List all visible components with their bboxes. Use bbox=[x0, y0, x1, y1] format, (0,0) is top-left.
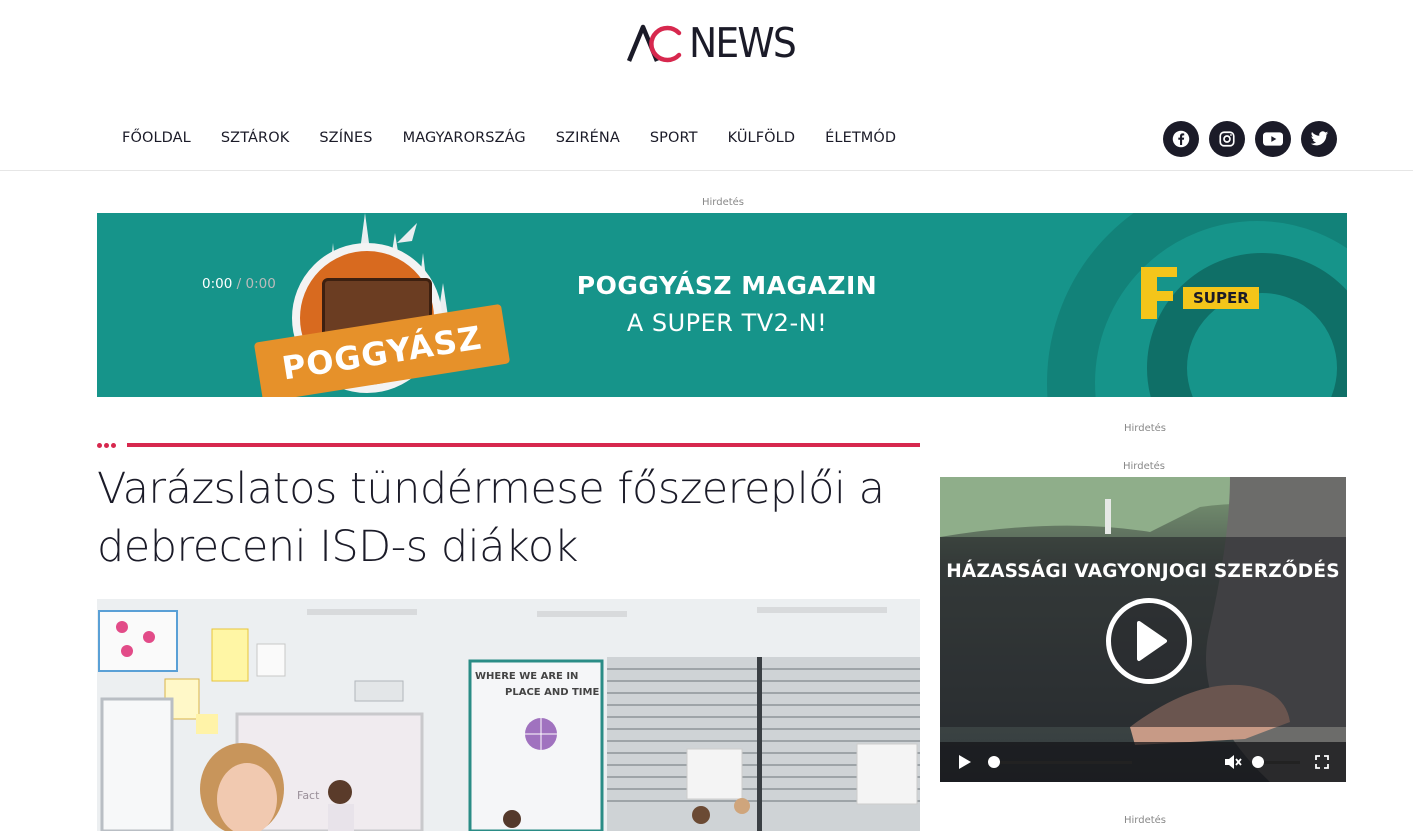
ad-banner-poggyasz[interactable]: POGGYÁSZ POGGYÁSZ MAGAZIN A SUPER TV2-N!… bbox=[97, 213, 1347, 397]
svg-text:Fact: Fact bbox=[297, 789, 320, 802]
instagram-icon[interactable] bbox=[1209, 121, 1245, 157]
ad-label-sidebar-3: Hirdetés bbox=[1124, 815, 1167, 826]
article-headline[interactable]: Varázslatos tündérmese főszereplői a deb… bbox=[97, 460, 920, 576]
classroom-photo: Fact WHERE WE ARE IN PLACE AND TIME bbox=[97, 599, 920, 831]
twitter-icon[interactable] bbox=[1301, 121, 1337, 157]
ad-label-top: Hirdetés bbox=[702, 197, 745, 208]
banner-title: POGGYÁSZ MAGAZIN bbox=[576, 271, 878, 300]
nav-item-fooldal[interactable]: FŐOLDAL bbox=[107, 130, 206, 146]
nav-item-sztarok[interactable]: SZTÁROK bbox=[206, 130, 305, 146]
ac-logo-mark-icon bbox=[627, 24, 682, 63]
progress-bar[interactable] bbox=[994, 761, 1132, 764]
video-current-time: 0:00 bbox=[202, 276, 233, 292]
video-controls bbox=[940, 742, 1346, 782]
section-dots bbox=[97, 443, 116, 448]
facebook-icon[interactable] bbox=[1163, 121, 1199, 157]
article-hero-image[interactable]: Fact WHERE WE ARE IN PLACE AND TIME bbox=[97, 599, 920, 831]
main-nav: FŐOLDAL SZTÁROK SZÍNES MAGYARORSZÁG SZIR… bbox=[107, 120, 911, 156]
video-duration: 0:00 bbox=[245, 276, 276, 292]
nav-item-szirena[interactable]: SZIRÉNA bbox=[541, 130, 635, 146]
nav-item-kulfold[interactable]: KÜLFÖLD bbox=[713, 130, 811, 146]
social-links bbox=[1163, 121, 1337, 157]
nav-item-eletmod[interactable]: ÉLETMÓD bbox=[810, 130, 911, 146]
ad-label-sidebar-1: Hirdetés bbox=[1124, 423, 1167, 434]
nav-item-sport[interactable]: SPORT bbox=[635, 130, 713, 146]
nav-item-magyarorszag[interactable]: MAGYARORSZÁG bbox=[388, 130, 541, 146]
youtube-icon[interactable] bbox=[1255, 121, 1291, 157]
svg-text:PLACE AND TIME: PLACE AND TIME bbox=[505, 687, 599, 698]
video-title: HÁZASSÁGI VAGYONJOGI SZERZŐDÉS bbox=[946, 561, 1340, 582]
super-channel-label: SUPER bbox=[1183, 287, 1259, 309]
svg-text:WHERE WE ARE IN: WHERE WE ARE IN bbox=[475, 671, 578, 682]
progress-handle[interactable] bbox=[988, 756, 1000, 768]
site-logo[interactable]: NEWS bbox=[627, 22, 804, 64]
play-icon bbox=[1137, 621, 1167, 661]
ad-label-sidebar-2: Hirdetés bbox=[1123, 461, 1166, 472]
section-accent-line bbox=[127, 443, 920, 447]
volume-slider[interactable] bbox=[1258, 761, 1300, 764]
logo-text: NEWS bbox=[689, 18, 797, 67]
fullscreen-icon[interactable] bbox=[1315, 755, 1329, 769]
nav-item-szines[interactable]: SZÍNES bbox=[304, 130, 387, 146]
volume-handle[interactable] bbox=[1252, 756, 1264, 768]
video-time-separator: / bbox=[236, 276, 242, 292]
video-time: 0:00 / 0:00 bbox=[202, 276, 276, 292]
control-play-icon[interactable] bbox=[958, 754, 972, 770]
banner-subtitle: A SUPER TV2-N! bbox=[626, 309, 828, 337]
mute-icon[interactable] bbox=[1224, 753, 1242, 771]
video-player[interactable]: HÁZASSÁGI VAGYONJOGI SZERZŐDÉS bbox=[940, 477, 1346, 782]
play-button[interactable] bbox=[1106, 598, 1192, 684]
header-divider bbox=[0, 170, 1413, 171]
